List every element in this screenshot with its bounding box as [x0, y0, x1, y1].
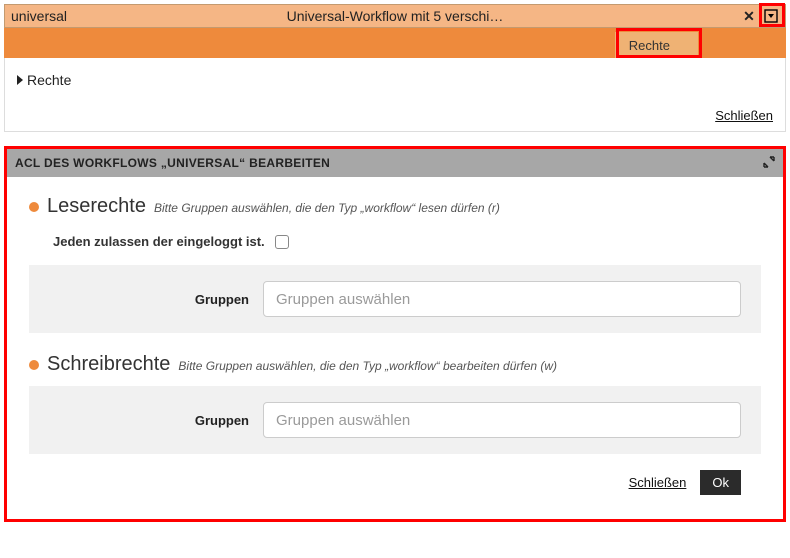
- close-icon[interactable]: ✕: [739, 7, 759, 25]
- write-groups-placeholder: Gruppen auswählen: [276, 412, 410, 429]
- dialog-body-top: Rechte Schließen: [4, 58, 786, 132]
- write-groups-label: Gruppen: [49, 413, 249, 428]
- read-groups-input[interactable]: Gruppen auswählen: [263, 281, 741, 317]
- tab-rechte[interactable]: Rechte: [615, 32, 698, 58]
- bullet-icon: [29, 360, 39, 370]
- acl-panel-footer: Schließen Ok: [29, 454, 761, 505]
- write-groups-row: Gruppen Gruppen auswählen: [29, 386, 761, 454]
- top-footer: Schließen: [17, 102, 773, 123]
- allow-everyone-label: Jeden zulassen der eingeloggt ist.: [53, 234, 265, 249]
- acl-panel: ACL DES WORKFLOWS „UNIVERSAL“ BEARBEITEN…: [4, 146, 786, 522]
- bullet-icon: [29, 202, 39, 212]
- chevron-right-icon: [17, 75, 23, 85]
- breadcrumb-label: Rechte: [27, 72, 71, 88]
- tab-rechte-label: Rechte: [629, 38, 670, 53]
- section-write-head: Schreibrechte Bitte Gruppen auswählen, d…: [29, 353, 761, 376]
- titlebar-controls: ✕: [739, 7, 785, 25]
- section-write-title: Schreibrechte: [47, 353, 170, 376]
- section-read-hint: Bitte Gruppen auswählen, die den Typ „wo…: [154, 201, 500, 215]
- section-write-hint: Bitte Gruppen auswählen, die den Typ „wo…: [178, 359, 557, 373]
- section-read: Leserechte Bitte Gruppen auswählen, die …: [29, 195, 761, 333]
- ok-button[interactable]: Ok: [700, 470, 741, 495]
- close-link-bottom[interactable]: Schließen: [629, 475, 687, 490]
- tabbar: Rechte: [4, 28, 786, 58]
- read-groups-row: Gruppen Gruppen auswählen: [29, 265, 761, 333]
- acl-panel-title: ACL DES WORKFLOWS „UNIVERSAL“ BEARBEITEN: [15, 156, 330, 170]
- write-groups-input[interactable]: Gruppen auswählen: [263, 402, 741, 438]
- collapse-icon[interactable]: [763, 155, 775, 171]
- allow-everyone-row: Jeden zulassen der eingeloggt ist.: [29, 228, 761, 263]
- dialog-window: universal Universal-Workflow mit 5 versc…: [4, 4, 786, 522]
- acl-panel-header: ACL DES WORKFLOWS „UNIVERSAL“ BEARBEITEN: [7, 149, 783, 177]
- close-link-top[interactable]: Schließen: [715, 108, 773, 123]
- acl-panel-body: Leserechte Bitte Gruppen auswählen, die …: [7, 177, 783, 519]
- allow-everyone-checkbox[interactable]: [275, 235, 289, 249]
- section-read-title: Leserechte: [47, 195, 146, 218]
- section-write: Schreibrechte Bitte Gruppen auswählen, d…: [29, 353, 761, 454]
- titlebar: universal Universal-Workflow mit 5 versc…: [4, 4, 786, 28]
- breadcrumb: Rechte: [17, 68, 773, 102]
- read-groups-placeholder: Gruppen auswählen: [276, 291, 410, 308]
- read-groups-label: Gruppen: [49, 292, 249, 307]
- section-read-head: Leserechte Bitte Gruppen auswählen, die …: [29, 195, 761, 218]
- menu-icon[interactable]: [761, 7, 781, 25]
- titlebar-name: universal: [5, 8, 67, 24]
- titlebar-title: Universal-Workflow mit 5 verschi…: [5, 8, 785, 24]
